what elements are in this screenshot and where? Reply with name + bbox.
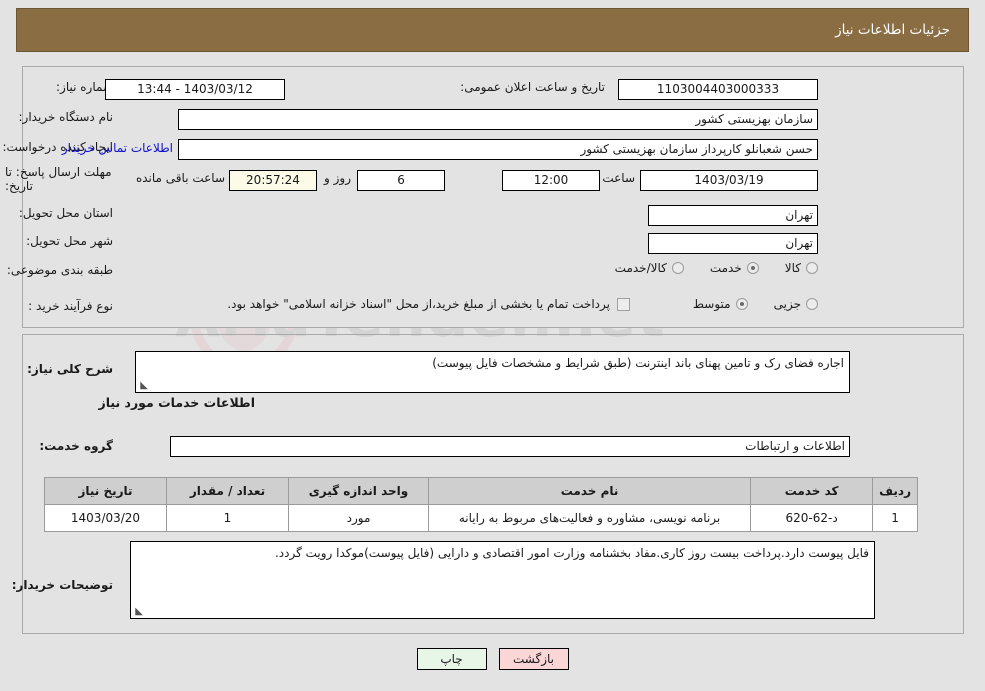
remaining-suffix-label: ساعت باقی مانده — [135, 171, 225, 185]
need-info-panel — [22, 66, 964, 328]
summary-text: اجاره فضای رک و تامین پهنای باند اینترنت… — [432, 356, 844, 370]
table-header-row: ردیف کد خدمت نام خدمت واحد اندازه گیری ت… — [44, 477, 918, 505]
category-radio-label-2: کالا/خدمت — [614, 261, 667, 275]
process-radio-group: جزیی متوسط — [693, 297, 818, 311]
process-label: نوع فرآیند خرید : — [28, 299, 113, 313]
announce-datetime-label-row: تاریخ و ساعت اعلان عمومی: — [460, 80, 605, 94]
announce-datetime-field[interactable]: 1403/03/12 - 13:44 — [105, 79, 285, 100]
col-index: ردیف — [872, 477, 918, 505]
service-group-field[interactable]: اطلاعات و ارتباطات — [170, 436, 850, 457]
process-radio-0[interactable] — [806, 298, 818, 310]
days-word-label: روز و — [324, 171, 351, 185]
treasury-checkbox[interactable] — [617, 297, 630, 311]
col-quantity: تعداد / مقدار — [166, 477, 289, 505]
col-date: تاریخ نیاز — [44, 477, 167, 505]
summary-label-row: شرح کلی نیاز: — [27, 362, 113, 376]
buyer-org-label-row: نام دستگاه خریدار: — [19, 110, 114, 124]
category-label-row: طبقه بندی موضوعی: — [7, 263, 113, 277]
category-radio-1[interactable] — [746, 262, 759, 274]
category-radio-0[interactable] — [806, 262, 818, 274]
city-label-row: شهر محل تحویل: — [26, 234, 113, 248]
process-option-0[interactable]: جزیی — [774, 297, 818, 311]
resize-grip-icon: ◣ — [135, 606, 143, 617]
service-group-label: گروه خدمت: — [39, 439, 113, 453]
print-button[interactable]: چاپ — [416, 648, 487, 670]
process-radio-label-1: متوسط — [692, 297, 731, 311]
category-option-0[interactable]: کالا — [785, 261, 818, 275]
city-field[interactable]: تهران — [648, 233, 818, 254]
cell-code: د-62-620 — [750, 504, 874, 532]
category-label: طبقه بندی موضوعی: — [6, 263, 113, 277]
service-group-label-row: گروه خدمت: — [39, 439, 113, 453]
province-field[interactable]: تهران — [648, 205, 818, 226]
city-label: شهر محل تحویل: — [26, 234, 113, 248]
resize-grip-icon: ◣ — [140, 380, 148, 391]
category-option-1[interactable]: خدمت — [710, 261, 759, 275]
summary-textarea[interactable]: اجاره فضای رک و تامین پهنای باند اینترنت… — [135, 351, 850, 393]
days-remaining-field: 6 — [357, 170, 445, 191]
buyer-org-field[interactable]: سازمان بهزیستی کشور — [178, 109, 818, 130]
category-radio-2[interactable] — [671, 262, 684, 274]
page-title: جزئیات اطلاعات نیاز — [835, 22, 950, 38]
col-unit: واحد اندازه گیری — [288, 477, 429, 505]
page-root: AriaTender.net جزئیات اطلاعات نیاز شماره… — [0, 0, 985, 691]
cell-name: برنامه نویسی، مشاوره و فعالیت‌های مربوط … — [427, 504, 752, 532]
process-radio-1[interactable] — [735, 298, 748, 310]
table-row[interactable]: 1 د-62-620 برنامه نویسی، مشاوره و فعالیت… — [44, 504, 918, 532]
deadline-hour-label-row: ساعت — [602, 171, 635, 185]
province-label: استان محل تحویل: — [18, 206, 113, 220]
deadline-label: مهلت ارسال پاسخ: تا تاریخ: — [5, 165, 112, 193]
province-label-row: استان محل تحویل: — [19, 206, 113, 220]
days-word-row: روز و — [324, 171, 351, 185]
buyer-notes-label: توضیحات خریدار: — [11, 578, 113, 592]
buyer-org-label: نام دستگاه خریدار: — [18, 110, 114, 124]
deadline-hour-label: ساعت — [602, 171, 635, 185]
remaining-suffix-row: ساعت باقی مانده — [136, 171, 225, 185]
services-heading: اطلاعات خدمات مورد نیاز — [98, 395, 256, 410]
action-button-bar: بازگشت چاپ — [0, 648, 985, 670]
process-radio-label-0: جزیی — [773, 297, 801, 311]
services-table: ردیف کد خدمت نام خدمت واحد اندازه گیری ت… — [44, 477, 918, 532]
category-radio-label-0: کالا — [784, 261, 801, 275]
deadline-date-field[interactable]: 1403/03/19 — [640, 170, 818, 191]
deadline-label-row: مهلت ارسال پاسخ: تا تاریخ: — [5, 165, 113, 193]
buyer-notes-textarea[interactable]: فایل پیوست دارد.پرداخت بیست روز کاری.مفا… — [130, 541, 875, 619]
summary-label: شرح کلی نیاز: — [27, 362, 113, 376]
category-radio-group: کالا خدمت کالا/خدمت — [615, 261, 818, 275]
category-radio-label-1: خدمت — [709, 261, 742, 275]
requester-field[interactable]: حسن شعبانلو کارپرداز سازمان بهزیستی کشور — [178, 139, 818, 160]
buyer-contact-link[interactable]: اطلاعات تماس خریدار — [62, 141, 173, 155]
buyer-notes-label-row: توضیحات خریدار: — [12, 578, 113, 592]
buyer-notes-text: فایل پیوست دارد.پرداخت بیست روز کاری.مفا… — [274, 546, 869, 560]
process-option-1[interactable]: متوسط — [693, 297, 748, 311]
col-code: کد خدمت — [750, 477, 874, 505]
deadline-hour-field[interactable]: 12:00 — [502, 170, 600, 191]
col-name: نام خدمت — [427, 477, 752, 505]
time-remaining-field: 20:57:24 — [229, 170, 317, 191]
cell-date: 1403/03/20 — [44, 504, 167, 532]
cell-unit: مورد — [288, 504, 429, 532]
category-option-2[interactable]: کالا/خدمت — [615, 261, 684, 275]
process-label-row: نوع فرآیند خرید : — [28, 299, 113, 313]
announce-datetime-label: تاریخ و ساعت اعلان عمومی: — [460, 80, 605, 94]
treasury-text: پرداخت تمام یا بخشی از مبلغ خرید،از محل … — [227, 297, 610, 311]
cell-index: 1 — [872, 504, 918, 532]
window-title-bar: جزئیات اطلاعات نیاز — [16, 8, 969, 52]
back-button[interactable]: بازگشت — [498, 648, 569, 670]
treasury-option[interactable]: پرداخت تمام یا بخشی از مبلغ خرید،از محل … — [227, 297, 630, 311]
cell-quantity: 1 — [166, 504, 289, 532]
need-number-field[interactable]: 1103004403000333 — [618, 79, 818, 100]
